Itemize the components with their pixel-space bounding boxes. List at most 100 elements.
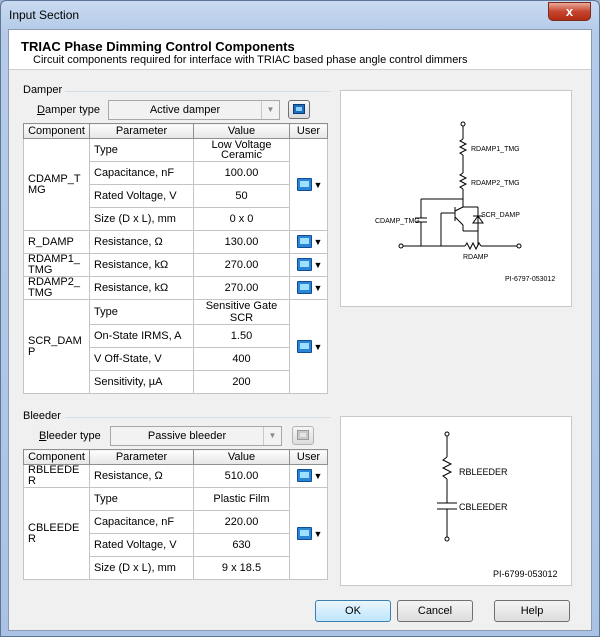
- damper-schematic-panel: RDAMP1_TMG RDAMP2_TMG CDAMP_TMG SCR_DAMP…: [340, 90, 572, 307]
- parameter-value[interactable]: 0 x 0: [193, 207, 290, 231]
- column-header-user: User: [289, 123, 328, 139]
- title-bar: Input Section x: [1, 1, 599, 29]
- schematic-label-rbleeder: RBLEEDER: [459, 467, 508, 477]
- table-row: CDAMP_TMG Type Low Voltage Ceramic ▼: [23, 138, 328, 231]
- parameter-value[interactable]: 9 x 18.5: [193, 556, 290, 580]
- parameter-value[interactable]: 130.00: [193, 230, 290, 254]
- damper-type-label-text: amper type: [44, 104, 100, 116]
- parameter-name: Capacitance, nF: [89, 510, 194, 534]
- bleeder-type-label-text: leeder type: [46, 430, 101, 442]
- column-header-value: Value: [193, 449, 290, 465]
- help-button[interactable]: Help: [494, 600, 570, 622]
- column-header-component: Component: [23, 123, 90, 139]
- parameter-value[interactable]: 50: [193, 184, 290, 208]
- parameter-name: Type: [89, 299, 194, 325]
- parameter-name: Size (D x L), mm: [89, 207, 194, 231]
- close-button[interactable]: x: [548, 2, 591, 21]
- parameter-value[interactable]: Plastic Film: [193, 487, 290, 511]
- table-row: CBLEEDER Type Plastic Film ▼: [23, 487, 328, 580]
- schematic-label-cdamp: CDAMP_TMG: [375, 218, 420, 225]
- user-select-cell: ▼: [289, 299, 328, 394]
- user-select-button[interactable]: ▼: [295, 176, 323, 194]
- monitor-icon: [296, 177, 312, 191]
- ok-button[interactable]: OK: [315, 600, 391, 622]
- table-row: RDAMP2_TMG Resistance, kΩ 270.00 ▼: [23, 276, 328, 300]
- parameter-value[interactable]: Sensitive Gate SCR: [193, 299, 290, 325]
- parameter-value[interactable]: 1.50: [193, 324, 290, 348]
- schematic-label-scr: SCR_DAMP: [481, 212, 520, 219]
- monitor-icon: [296, 526, 312, 540]
- table-row: RDAMP1_TMG Resistance, kΩ 270.00 ▼: [23, 253, 328, 277]
- column-header-parameter: Parameter: [89, 449, 194, 465]
- parameter-value[interactable]: 100.00: [193, 161, 290, 185]
- schematic-label-rdamp1: RDAMP1_TMG: [471, 146, 520, 153]
- component-name: CBLEEDER: [23, 487, 90, 580]
- table-row: SCR_DAMP Type Sensitive Gate SCR ▼: [23, 299, 328, 394]
- component-name: SCR_DAMP: [23, 299, 90, 394]
- dropdown-arrow-icon: ▼: [313, 341, 323, 352]
- parameter-name: Rated Voltage, V: [89, 184, 194, 208]
- damper-type-label: Damper type: [37, 104, 100, 116]
- schematic-code: PI-6797-053012: [505, 276, 555, 283]
- page-subtitle: Circuit components required for interfac…: [33, 54, 468, 66]
- dropdown-arrow-icon: ▼: [313, 528, 323, 539]
- parameter-name: Sensitivity, µA: [89, 370, 194, 394]
- user-select-cell: ▼: [289, 253, 328, 277]
- parameter-value[interactable]: 200: [193, 370, 290, 394]
- damper-table: Component Parameter Value User CDAMP_TMG…: [23, 123, 328, 394]
- column-header-parameter: Parameter: [89, 123, 194, 139]
- column-header-component: Component: [23, 449, 90, 465]
- dropdown-arrow-icon: ▼: [313, 471, 323, 481]
- parameter-name: On-State IRMS, A: [89, 324, 194, 348]
- user-select-button[interactable]: ▼: [295, 279, 323, 297]
- parameter-value[interactable]: 630: [193, 533, 290, 557]
- bleeder-config-button[interactable]: [292, 426, 314, 445]
- parameter-name: V Off-State, V: [89, 347, 194, 371]
- parameter-name: Resistance, Ω: [89, 464, 194, 488]
- component-name: CDAMP_TMG: [23, 138, 90, 231]
- parameter-value[interactable]: 220.00: [193, 510, 290, 534]
- user-select-cell: ▼: [289, 487, 328, 580]
- user-select-button[interactable]: ▼: [295, 233, 323, 251]
- monitor-icon: [293, 104, 305, 114]
- input-section-window: Input Section x TRIAC Phase Dimming Cont…: [0, 0, 600, 637]
- parameter-value[interactable]: Low Voltage Ceramic: [193, 138, 290, 162]
- table-row: RBLEEDER Resistance, Ω 510.00 ▼: [23, 464, 328, 488]
- parameter-value[interactable]: 270.00: [193, 253, 290, 277]
- cancel-button[interactable]: Cancel: [397, 600, 473, 622]
- bleeder-type-select[interactable]: Passive bleeder ▼: [110, 426, 282, 446]
- schematic-code: PI-6799-053012: [493, 569, 558, 579]
- damper-table-header: Component Parameter Value User: [23, 123, 328, 139]
- window-title: Input Section: [9, 8, 80, 22]
- user-select-cell: ▼: [289, 464, 328, 488]
- component-name: RDAMP1_TMG: [23, 253, 90, 277]
- schematic-label-rdamp: RDAMP: [463, 254, 489, 261]
- parameter-value[interactable]: 400: [193, 347, 290, 371]
- parameter-value[interactable]: 270.00: [193, 276, 290, 300]
- parameter-name: Rated Voltage, V: [89, 533, 194, 557]
- damper-type-select[interactable]: Active damper ▼: [108, 100, 280, 120]
- parameter-value[interactable]: 510.00: [193, 464, 290, 488]
- bleeder-schematic-panel: RBLEEDER CBLEEDER PI-6799-053012: [340, 416, 572, 586]
- column-header-value: Value: [193, 123, 290, 139]
- dropdown-arrow-icon: ▼: [313, 283, 323, 293]
- bleeder-table-header: Component Parameter Value User: [23, 449, 328, 465]
- damper-type-value: Active damper: [149, 104, 221, 116]
- schematic-label-cbleeder: CBLEEDER: [459, 502, 508, 512]
- user-select-button[interactable]: ▼: [295, 256, 323, 274]
- monitor-icon: [296, 469, 312, 482]
- user-select-button[interactable]: ▼: [295, 525, 323, 543]
- chevron-down-icon[interactable]: ▼: [261, 101, 279, 119]
- parameter-name: Resistance, Ω: [89, 230, 194, 254]
- chevron-down-icon[interactable]: ▼: [263, 427, 281, 445]
- damper-schematic: RDAMP1_TMG RDAMP2_TMG CDAMP_TMG SCR_DAMP…: [375, 121, 555, 283]
- user-select-cell: ▼: [289, 230, 328, 254]
- user-select-cell: ▼: [289, 138, 328, 231]
- parameter-name: Capacitance, nF: [89, 161, 194, 185]
- dropdown-arrow-icon: ▼: [313, 237, 323, 247]
- user-select-button[interactable]: ▼: [295, 467, 323, 485]
- damper-config-button[interactable]: [288, 100, 310, 119]
- component-name: R_DAMP: [23, 230, 90, 254]
- user-select-button[interactable]: ▼: [295, 338, 323, 356]
- monitor-icon: [296, 281, 312, 294]
